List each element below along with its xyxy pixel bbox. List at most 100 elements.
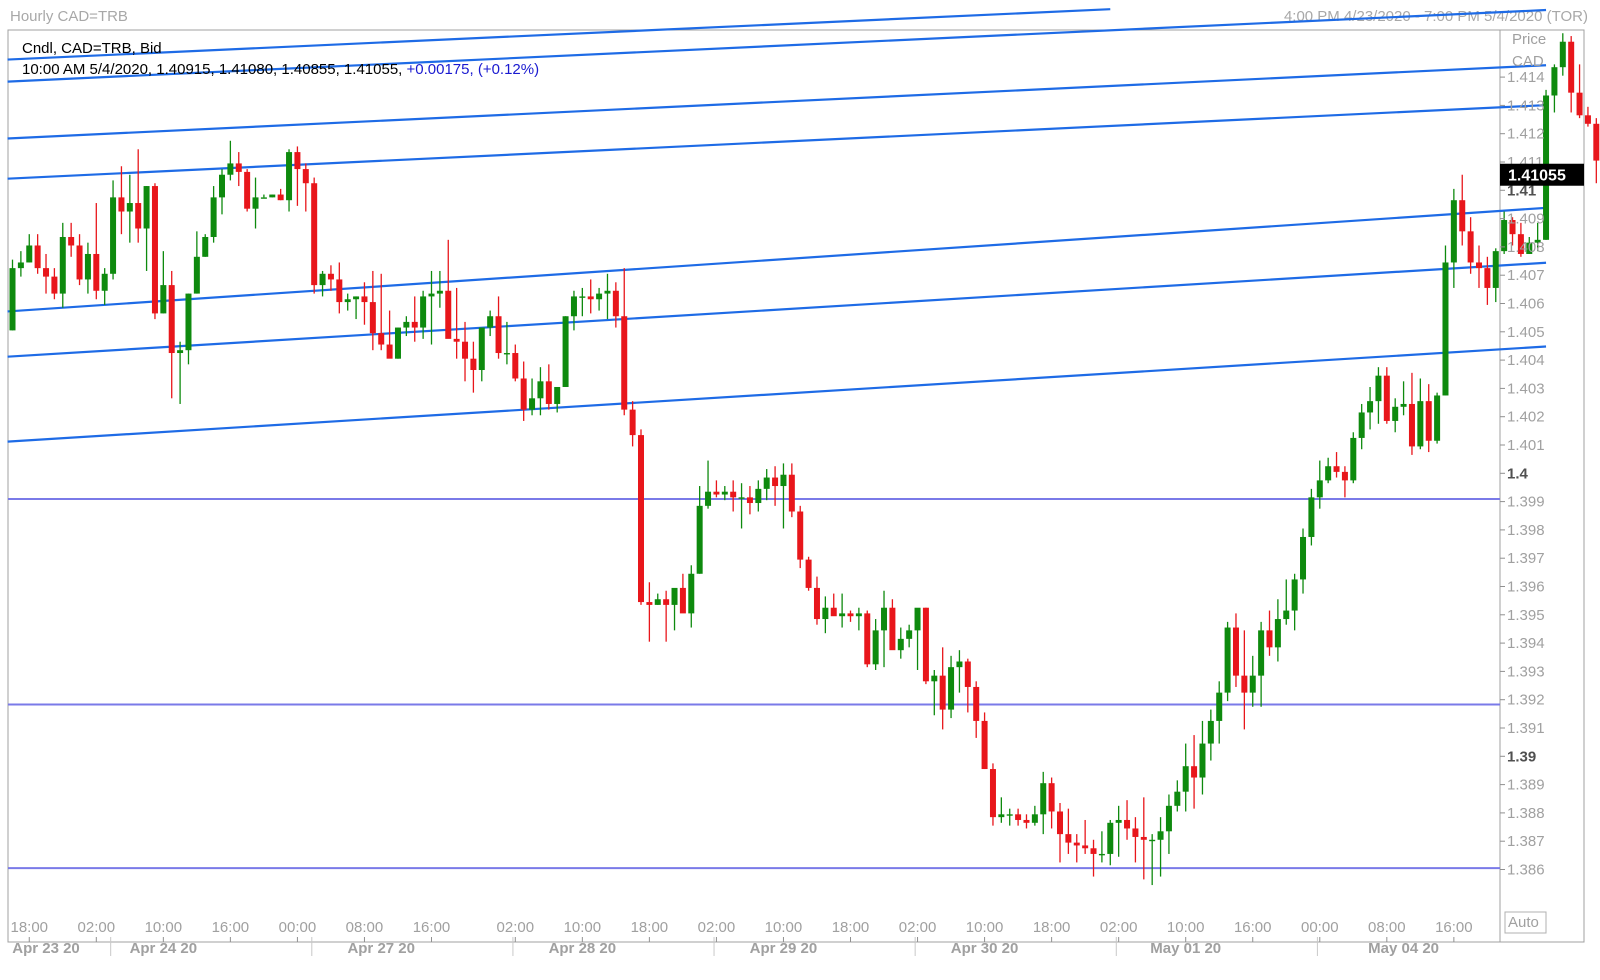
candle-down[interactable]: [805, 556, 812, 591]
candle-up[interactable]: [1350, 432, 1357, 484]
candle-body: [939, 675, 946, 710]
candle-up[interactable]: [394, 327, 401, 359]
candle-body: [1274, 619, 1281, 648]
candle-body: [1325, 466, 1332, 481]
candle-body: [797, 511, 804, 560]
x-date-label: May 04 20: [1368, 940, 1439, 957]
candle-up[interactable]: [1224, 621, 1231, 702]
legend: Cndl, CAD=TRB, Bid 10:00 AM 5/4/2020, 1.…: [22, 38, 539, 80]
candle-body: [403, 321, 410, 328]
y-tick-label: 1.402: [1507, 409, 1545, 426]
candle-body: [76, 245, 83, 280]
candle-down[interactable]: [638, 429, 644, 605]
candle-body: [1584, 115, 1591, 124]
candle-body: [210, 197, 217, 237]
y-tick-label: 1.414: [1507, 69, 1545, 86]
candle-body: [361, 296, 368, 303]
candle-body: [26, 245, 33, 263]
candle-body: [1140, 836, 1147, 840]
x-time-label: 16:00: [413, 919, 451, 936]
candle-body: [537, 381, 544, 399]
candle-body: [445, 290, 452, 339]
candle-body: [1350, 437, 1357, 481]
candle-body: [654, 599, 661, 605]
candle-body: [17, 262, 24, 269]
x-time-label: 00:00: [1301, 919, 1339, 936]
chart-window: Hourly CAD=TRB 4:00 PM 4/23/2020 - 7:00 …: [0, 0, 1600, 980]
candle-body: [1467, 231, 1474, 263]
x-time-label: 02:00: [78, 919, 116, 936]
candle-down[interactable]: [151, 183, 158, 320]
y-tick-label: 1.409: [1507, 211, 1545, 228]
y-tick-label: 1.386: [1507, 862, 1545, 879]
candle-up[interactable]: [1442, 245, 1449, 396]
candle-body: [277, 194, 284, 201]
candle-body: [839, 613, 846, 617]
candle-body: [956, 661, 963, 668]
candle-body: [1568, 41, 1575, 93]
candle-down[interactable]: [311, 177, 318, 294]
x-date-label: May 01 20: [1150, 940, 1221, 957]
y-tick-label: 1.387: [1507, 833, 1545, 850]
candle-body: [1006, 814, 1013, 816]
candle-up[interactable]: [562, 316, 569, 387]
candlestick-chart[interactable]: 1.386 1.387 1.388 1.389 1.39 1.391 1.392 1.393 1…: [0, 0, 1600, 980]
candle-body: [1417, 401, 1424, 447]
candle-down[interactable]: [244, 169, 251, 212]
candle-up[interactable]: [9, 259, 16, 331]
candle-down[interactable]: [989, 763, 996, 826]
candle-body: [822, 607, 829, 620]
candle-body: [495, 316, 502, 354]
candle-body: [311, 183, 318, 286]
candle-down[interactable]: [922, 607, 929, 685]
candle-body: [679, 587, 686, 614]
candle-body: [252, 197, 259, 209]
candle-body: [1400, 403, 1407, 407]
candle-body: [587, 296, 594, 300]
candle-body: [487, 316, 494, 328]
candle-body: [772, 477, 779, 487]
candle-body: [428, 293, 435, 297]
candle-body: [931, 675, 938, 682]
candle-down[interactable]: [864, 610, 871, 668]
y-tick-label: 1.391: [1507, 720, 1545, 737]
candle-down[interactable]: [1584, 106, 1591, 127]
candle-body: [1316, 480, 1323, 498]
candle-body: [671, 587, 678, 605]
candle-body: [1090, 848, 1097, 854]
y-tick-label: 1.399: [1507, 494, 1545, 511]
candle-body: [344, 299, 351, 303]
candle-body: [1174, 791, 1181, 806]
candle-body: [906, 630, 913, 639]
candle-body: [1425, 401, 1432, 441]
candle-body: [1132, 828, 1139, 837]
candle-up[interactable]: [202, 234, 209, 257]
candle-body: [1291, 579, 1298, 611]
candle-body: [503, 353, 510, 355]
candle-body: [453, 338, 460, 342]
candle-body: [1216, 692, 1223, 721]
candle-body: [1149, 839, 1156, 842]
candle-up[interactable]: [269, 194, 276, 198]
candle-body: [612, 290, 619, 317]
candle-body: [386, 344, 393, 359]
candle-body: [964, 661, 971, 687]
candle-down[interactable]: [981, 712, 988, 770]
candle-body: [1283, 610, 1290, 620]
x-time-label: 02:00: [899, 919, 937, 936]
auto-scale-label[interactable]: Auto: [1508, 914, 1539, 931]
candle-body: [562, 316, 569, 387]
x-time-label: 10:00: [145, 919, 183, 936]
candle-body: [512, 353, 519, 379]
candle-body: [1065, 834, 1072, 843]
candle-body: [805, 559, 812, 588]
y-tick-label: 1.406: [1507, 296, 1545, 313]
candle-down[interactable]: [797, 505, 804, 569]
candle-body: [1576, 92, 1583, 116]
candle-body: [1199, 743, 1206, 778]
candle-body: [688, 573, 695, 614]
candle-down[interactable]: [1593, 118, 1600, 184]
candle-up[interactable]: [1434, 392, 1441, 444]
x-time-label: 08:00: [1368, 919, 1406, 936]
candle-body: [168, 285, 175, 354]
